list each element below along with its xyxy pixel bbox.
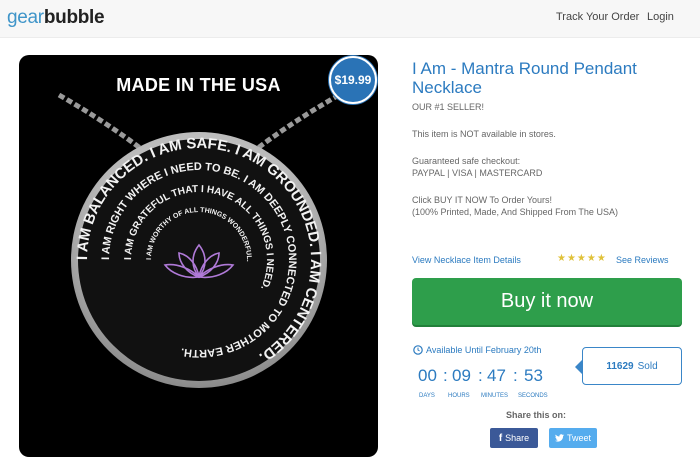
checkout-label: Guaranteed safe checkout: <box>412 156 521 166</box>
stores-notice: This item is NOT available in stores. <box>412 129 556 139</box>
availability-text: Available Until February 20th <box>426 345 542 355</box>
countdown-seconds-label: SECONDS <box>518 393 548 399</box>
product-image: I AM BALANCED. I AM SAFE. I AM GROUNDED.… <box>19 55 378 457</box>
countdown-minutes-label: MINUTES <box>481 393 508 399</box>
payment-methods: PAYPAL | VISA | MASTERCARD <box>412 168 543 178</box>
made-in-usa-text: (100% Printed, Made, And Shipped From Th… <box>412 207 618 217</box>
facebook-share-button[interactable]: f Share <box>490 428 538 448</box>
site-logo[interactable]: gearbubble <box>7 7 105 29</box>
track-order-link[interactable]: Track Your Order <box>556 11 639 23</box>
image-caption: MADE IN THE USA <box>116 75 281 95</box>
sold-count: 11629 <box>606 360 634 372</box>
share-title: Share this on: <box>506 410 567 420</box>
countdown-timer: 00 : 09 : 47 : 53 DAYS HOURS MINUTES SEC… <box>412 366 562 406</box>
product-title: I Am - Mantra Round Pendant Necklace <box>412 59 637 97</box>
login-link[interactable]: Login <box>647 11 674 23</box>
see-reviews-link[interactable]: See Reviews <box>616 255 669 265</box>
clock-icon <box>413 345 423 355</box>
facebook-share-label: Share <box>505 433 530 443</box>
sold-pointer <box>575 360 582 374</box>
facebook-icon: f <box>498 432 503 444</box>
logo-part-gear: gear <box>7 7 44 28</box>
seller-tagline: OUR #1 SELLER! <box>412 102 485 112</box>
buy-now-button[interactable]: Buy it now <box>412 278 682 325</box>
countdown-colon: : <box>478 366 483 385</box>
countdown-days-label: DAYS <box>419 393 435 399</box>
countdown-seconds: 53 <box>524 366 543 385</box>
sold-label: Sold <box>637 360 658 372</box>
logo-part-bubble: bubble <box>43 7 105 28</box>
necklace-illustration: I AM BALANCED. I AM SAFE. I AM GROUNDED.… <box>57 92 341 388</box>
availability-notice: Available Until February 20th <box>413 345 541 355</box>
site-header: gearbubble Track Your Order Login <box>0 0 700 38</box>
countdown-colon: : <box>443 366 448 385</box>
cta-text: Click BUY IT NOW To Order Yours! <box>412 195 553 205</box>
countdown-colon: : <box>513 366 518 385</box>
countdown-hours: 09 <box>452 366 471 385</box>
countdown-days: 00 <box>418 366 437 385</box>
price-badge: $19.99 <box>329 56 377 104</box>
item-details-link[interactable]: View Necklace Item Details <box>412 255 521 265</box>
twitter-icon <box>554 434 564 442</box>
countdown-minutes: 47 <box>487 366 506 385</box>
twitter-share-label: Tweet <box>566 433 591 443</box>
sold-counter: 11629 Sold <box>582 347 682 385</box>
twitter-share-button[interactable]: Tweet <box>549 428 597 448</box>
countdown-hours-label: HOURS <box>448 393 470 399</box>
star-rating: ★★★★★ <box>557 253 607 264</box>
